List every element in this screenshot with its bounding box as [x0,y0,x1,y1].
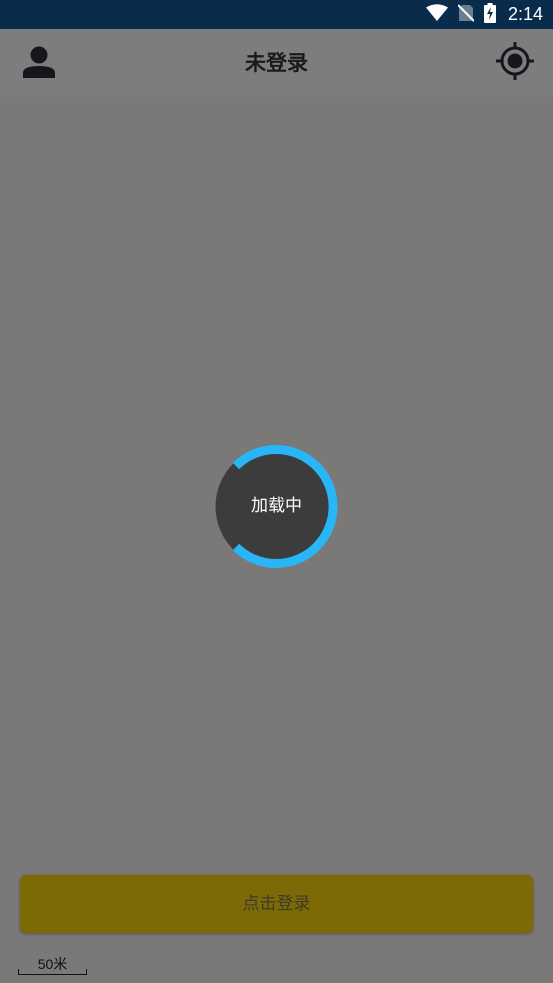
scale-line [18,969,87,975]
my-location-icon [496,42,534,84]
loading-indicator: 加载中 [215,445,338,568]
wifi-icon [425,3,448,26]
login-button[interactable]: 点击登录 [20,875,533,933]
app-bar: 未登录 [0,29,553,97]
battery-charging-icon [483,2,496,27]
status-time: 2:14 [507,4,543,24]
loading-text: 加载中 [251,496,302,516]
map-scale-bar: 50米 [18,952,87,976]
page-title: 未登录 [245,51,308,75]
status-bar: 2:14 [0,0,553,29]
no-sim-icon [457,3,475,26]
locate-button[interactable] [495,42,535,84]
status-icons: 2:14 [425,0,543,29]
